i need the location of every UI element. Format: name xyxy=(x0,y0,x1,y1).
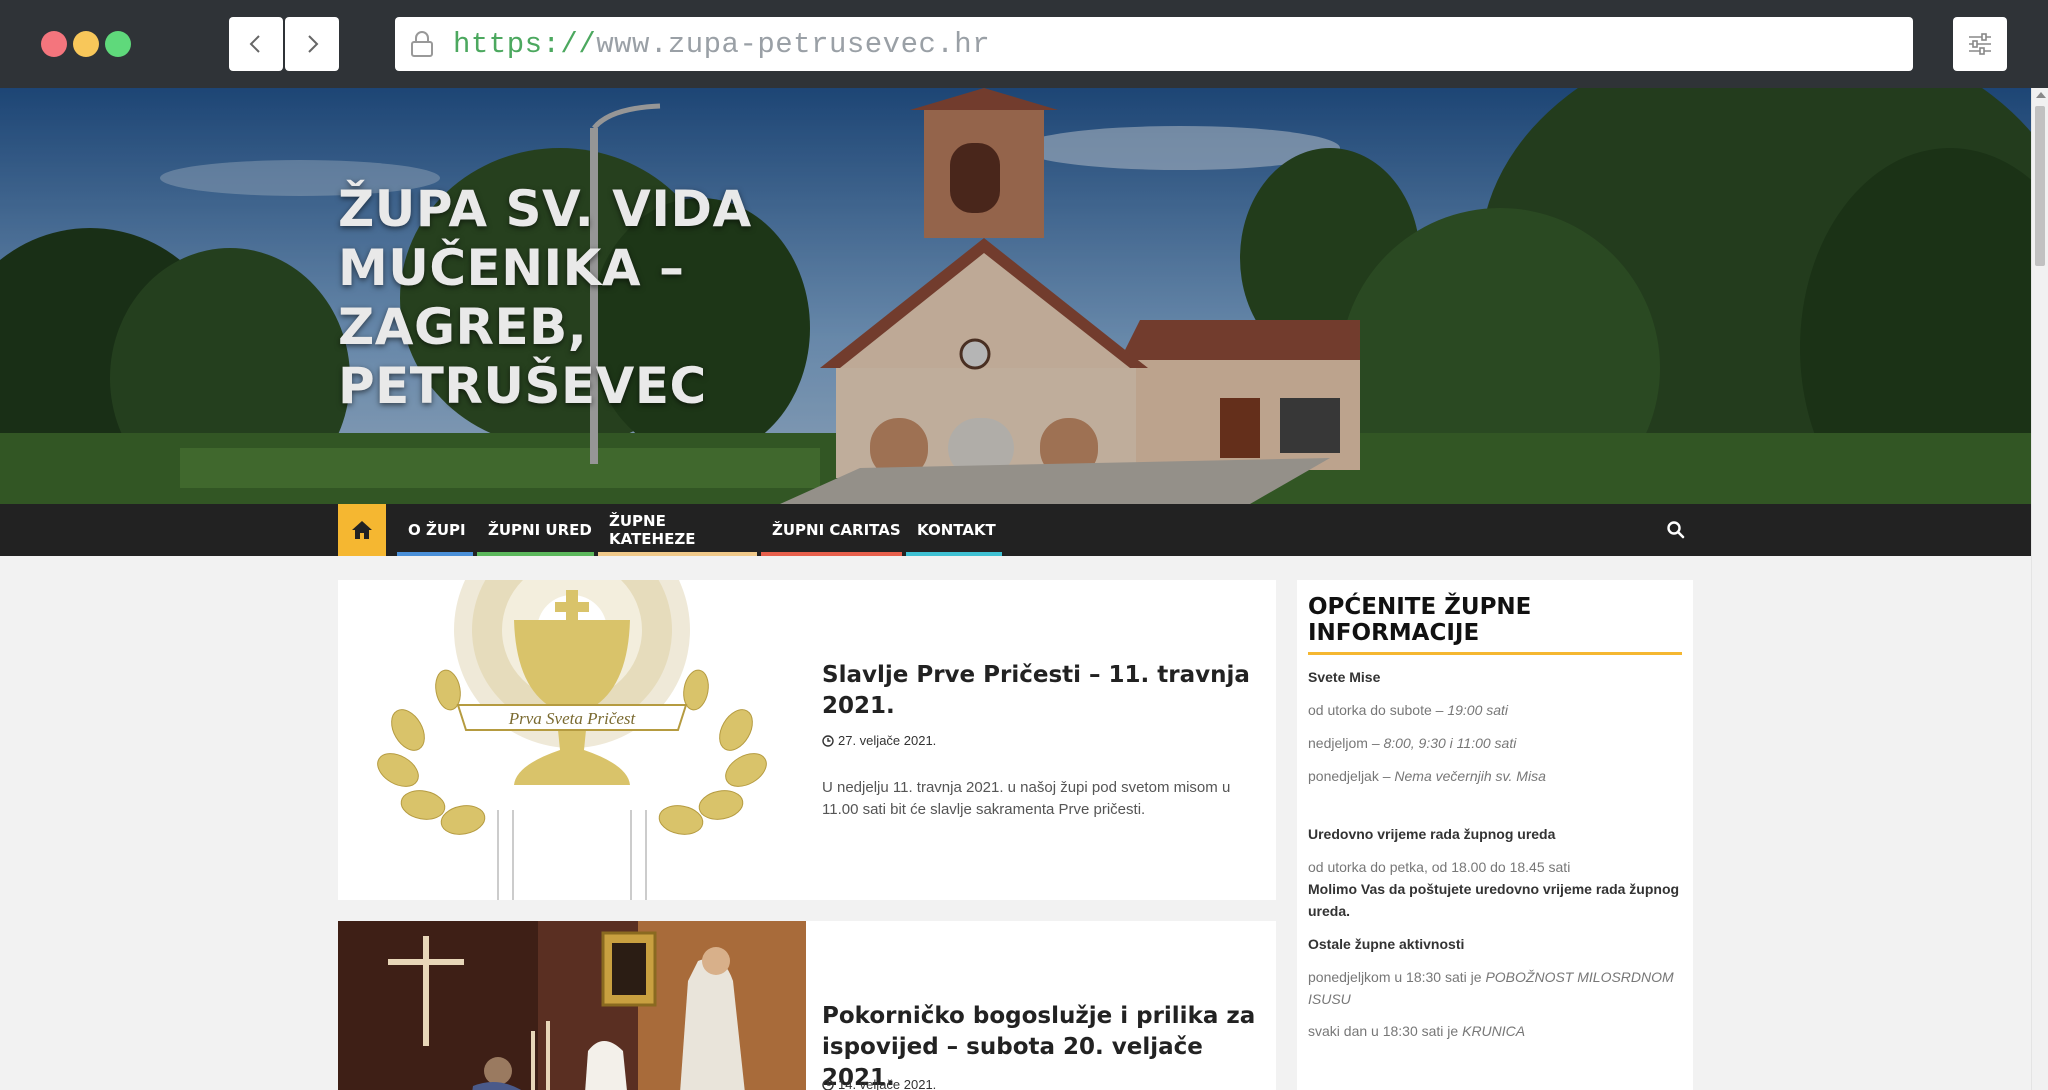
widget-title: OPĆENITE ŽUPNE INFORMACIJE xyxy=(1308,594,1682,655)
forward-button[interactable] xyxy=(285,17,339,71)
nav-underline xyxy=(906,552,1002,556)
image-caption: Prva Sveta Pričest xyxy=(508,709,637,728)
nav-item-kontakt[interactable]: KONTAKT xyxy=(906,504,1002,556)
page-viewport: ŽUPA SV. VIDA MUČENIKA – ZAGREB, PETRUŠE… xyxy=(0,88,2048,1090)
nav-underline xyxy=(477,552,594,556)
activity-line: ponedjeljkom u 18:30 sati je POBOŽNOST M… xyxy=(1308,969,1674,1007)
address-bar[interactable]: https://www.zupa-petrusevec.hr xyxy=(395,17,1913,71)
first-communion-image: Prva Sveta Pričest xyxy=(338,580,806,900)
mass-schedule-line: nedjeljom – 8:00, 9:30 i 11:00 sati xyxy=(1308,735,1517,751)
page-scrollbar[interactable] xyxy=(2031,88,2048,1090)
office-hours-note: Molimo Vas da poštujete uredovno vrijeme… xyxy=(1308,881,1680,919)
post-title[interactable]: Slavlje Prve Pričesti – 11. travnja 2021… xyxy=(822,660,1262,722)
lock-icon xyxy=(411,31,433,57)
section-heading-uredovno-vrijeme: Uredovno vrijeme rada župnog ureda xyxy=(1308,826,1556,842)
post-card: Pokorničko bogoslužje i prilika za ispov… xyxy=(338,921,1276,1090)
home-button[interactable] xyxy=(338,504,386,556)
scroll-thumb[interactable] xyxy=(2035,106,2045,266)
browser-toolbar: https://www.zupa-petrusevec.hr xyxy=(0,0,2048,88)
site-title[interactable]: ŽUPA SV. VIDA MUČENIKA – ZAGREB, PETRUŠE… xyxy=(338,180,858,416)
section-heading-ostale-aktivnosti: Ostale župne aktivnosti xyxy=(1308,936,1465,952)
minimize-window-button[interactable] xyxy=(73,31,99,57)
chevron-left-icon xyxy=(249,35,260,53)
section-heading-svete-mise: Svete Mise xyxy=(1308,669,1381,685)
sidebar-widget: OPĆENITE ŽUPNE INFORMACIJE Svete Mise od… xyxy=(1297,580,1693,1090)
nav-item-o-zupi[interactable]: O ŽUPI xyxy=(397,504,473,556)
post-thumbnail[interactable] xyxy=(338,921,806,1090)
home-icon xyxy=(352,521,372,539)
nav-item-zupni-ured[interactable]: ŽUPNI URED xyxy=(477,504,594,556)
mass-schedule-line: ponedjeljak – Nema večernjih sv. Misa xyxy=(1308,768,1546,784)
nav-item-zupne-kateheze[interactable]: ŽUPNE KATEHEZE xyxy=(598,504,757,556)
post-card: Prva Sveta Pričest Slavlje Prve Pričesti… xyxy=(338,580,1276,900)
clock-icon xyxy=(822,1078,834,1090)
scroll-up-arrow-icon[interactable] xyxy=(2036,92,2046,98)
nav-underline xyxy=(761,552,902,556)
confession-painting-image xyxy=(338,921,806,1090)
settings-button[interactable] xyxy=(1953,17,2007,71)
close-window-button[interactable] xyxy=(41,31,67,57)
post-thumbnail[interactable]: Prva Sveta Pričest xyxy=(338,580,806,900)
post-date: 14. veljače 2021. xyxy=(822,1077,936,1090)
clock-icon xyxy=(822,734,834,747)
search-icon[interactable] xyxy=(1666,520,1686,540)
activity-line: svaki dan u 18:30 sati je KRUNICA xyxy=(1308,1023,1526,1039)
office-hours-line: od utorka do petka, od 18.00 do 18.45 sa… xyxy=(1308,859,1571,875)
nav-underline xyxy=(397,552,473,556)
church-photo xyxy=(0,88,2031,504)
url-text: https://www.zupa-petrusevec.hr xyxy=(453,27,991,61)
post-excerpt: U nedjelju 11. travnja 2021. u našoj žup… xyxy=(822,779,1231,818)
mass-schedule-line: od utorka do subote – 19:00 sati xyxy=(1308,702,1509,718)
sliders-icon xyxy=(1969,33,1991,55)
nav-item-zupni-caritas[interactable]: ŽUPNI CARITAS xyxy=(761,504,902,556)
back-button[interactable] xyxy=(229,17,283,71)
main-navigation: O ŽUPI ŽUPNI URED ŽUPNE KATEHEZE ŽUPNI C… xyxy=(0,504,2031,556)
chevron-right-icon xyxy=(308,35,319,53)
nav-underline xyxy=(598,552,757,556)
post-date: 27. veljače 2021. xyxy=(822,733,936,748)
hero-banner: ŽUPA SV. VIDA MUČENIKA – ZAGREB, PETRUŠE… xyxy=(0,88,2031,504)
maximize-window-button[interactable] xyxy=(105,31,131,57)
